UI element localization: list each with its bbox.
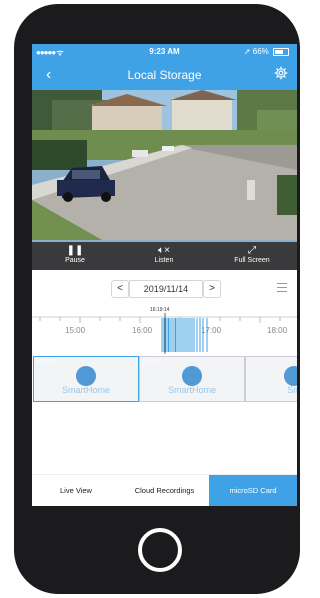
page-title: Local Storage [127, 68, 202, 82]
thumbnail-brand: SmartHome [167, 385, 216, 395]
recording-segments [161, 318, 208, 352]
battery-icon [273, 47, 289, 56]
date-display[interactable]: 2019/11/14 [129, 280, 203, 298]
hour-label: 15:00 [65, 326, 86, 335]
recording-thumbnail[interactable]: 16:18:47 SmartHome [139, 356, 245, 402]
listen-button[interactable]: 🔈︎× Listen [124, 244, 204, 264]
home-logo-icon [76, 366, 96, 386]
pause-label: Pause [65, 257, 85, 264]
recording-thumbnails: 16:19:14 SmartHome 16:18:47 SmartHome Sm… [32, 356, 297, 402]
home-logo-icon [182, 366, 202, 386]
fullscreen-label: Full Screen [234, 257, 270, 264]
thumbnail-timestamp: 16:19:14 [36, 359, 56, 365]
hour-label: 18:00 [267, 326, 288, 335]
fullscreen-icon: ⤢ [248, 245, 256, 256]
status-bar: ●●●●● ᯤ 9:23 AM ➚ 66% [32, 44, 297, 60]
previous-day-button[interactable]: < [111, 280, 129, 298]
thumbnail-brand: SmartHome [61, 385, 110, 395]
pause-button[interactable]: ❚❚ Pause [35, 244, 115, 264]
tab-microsd-card[interactable]: microSD Card [209, 475, 297, 506]
recording-timeline[interactable]: 16:19:14 15:00 16:00 17:00 18:00 [32, 304, 297, 354]
bottom-tab-bar: Live View Cloud Recordings microSD Card [32, 474, 297, 506]
next-day-button[interactable]: > [203, 280, 221, 298]
video-player[interactable] [32, 90, 297, 242]
pause-icon: ❚❚ [66, 245, 84, 256]
battery-indicator: ➚ 66% [244, 47, 289, 56]
gear-icon[interactable] [274, 66, 288, 80]
speaker-muted-icon: 🔈︎× [158, 245, 170, 256]
listen-label: Listen [154, 257, 174, 264]
hour-label: 17:00 [201, 326, 222, 335]
thumbnail-brand: Smar [287, 385, 297, 395]
camera-feed-image [32, 90, 297, 240]
nav-bar: ‹ Local Storage [32, 60, 297, 90]
date-selector: < 2019/11/14 > [32, 270, 297, 304]
app-screen: ●●●●● ᯤ 9:23 AM ➚ 66% ‹ Local Storage ❚❚… [32, 44, 297, 506]
home-button[interactable] [138, 528, 182, 572]
tab-cloud-recordings[interactable]: Cloud Recordings [120, 475, 209, 506]
menu-icon[interactable] [277, 283, 287, 295]
fullscreen-button[interactable]: ⤢ Full Screen [212, 244, 292, 264]
playback-controls: ❚❚ Pause 🔈︎× Listen ⤢ Full Screen [32, 242, 297, 270]
recording-thumbnail[interactable]: Smar [245, 356, 297, 402]
tab-live-view[interactable]: Live View [32, 475, 120, 506]
hour-label: 16:00 [132, 326, 153, 335]
battery-percent: ➚ 66% [243, 47, 269, 56]
current-time-label: 16:19:14 [150, 307, 170, 313]
home-logo-icon [284, 366, 297, 386]
thumbnail-timestamp: 16:18:47 [142, 359, 162, 365]
recording-thumbnail[interactable]: 16:19:14 SmartHome [33, 356, 139, 402]
